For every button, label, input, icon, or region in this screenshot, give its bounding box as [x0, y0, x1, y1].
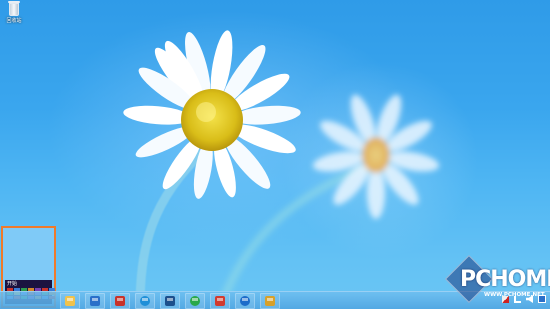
360-browser-icon: [190, 296, 200, 306]
taskbar-outlook[interactable]: [85, 293, 105, 309]
desktop-icon-recycle-bin[interactable]: 回收站: [3, 1, 25, 31]
taskbar-360-browser[interactable]: [185, 293, 205, 309]
taskbar-photoshop[interactable]: [160, 293, 180, 309]
sogou-icon: [140, 296, 150, 306]
taskbar-explorer[interactable]: [60, 293, 80, 309]
taskbar-sogou[interactable]: [135, 293, 155, 309]
folder-icon: [65, 296, 75, 306]
app-icon: [265, 296, 275, 306]
recycle-bin-icon: [8, 1, 20, 16]
taskbar-maxthon[interactable]: [235, 293, 255, 309]
desktop-icon-label: 回收站: [6, 18, 22, 24]
taskbar-autocad[interactable]: [110, 293, 130, 309]
watermark-logo: PCHOME: [460, 267, 550, 292]
watermark-url: WWW.PCHOME.NET: [484, 292, 545, 298]
xmind-icon: [215, 296, 225, 306]
maxthon-icon: [240, 296, 250, 306]
start-screen-title: 开始: [7, 281, 18, 287]
pchome-watermark: PCHOME WWW.PCHOME.NET: [444, 254, 550, 306]
autocad-icon: [115, 296, 125, 306]
taskbar-xmind[interactable]: [210, 293, 230, 309]
outlook-icon: [90, 296, 100, 306]
taskbar-app[interactable]: [260, 293, 280, 309]
photoshop-icon: [165, 296, 175, 306]
